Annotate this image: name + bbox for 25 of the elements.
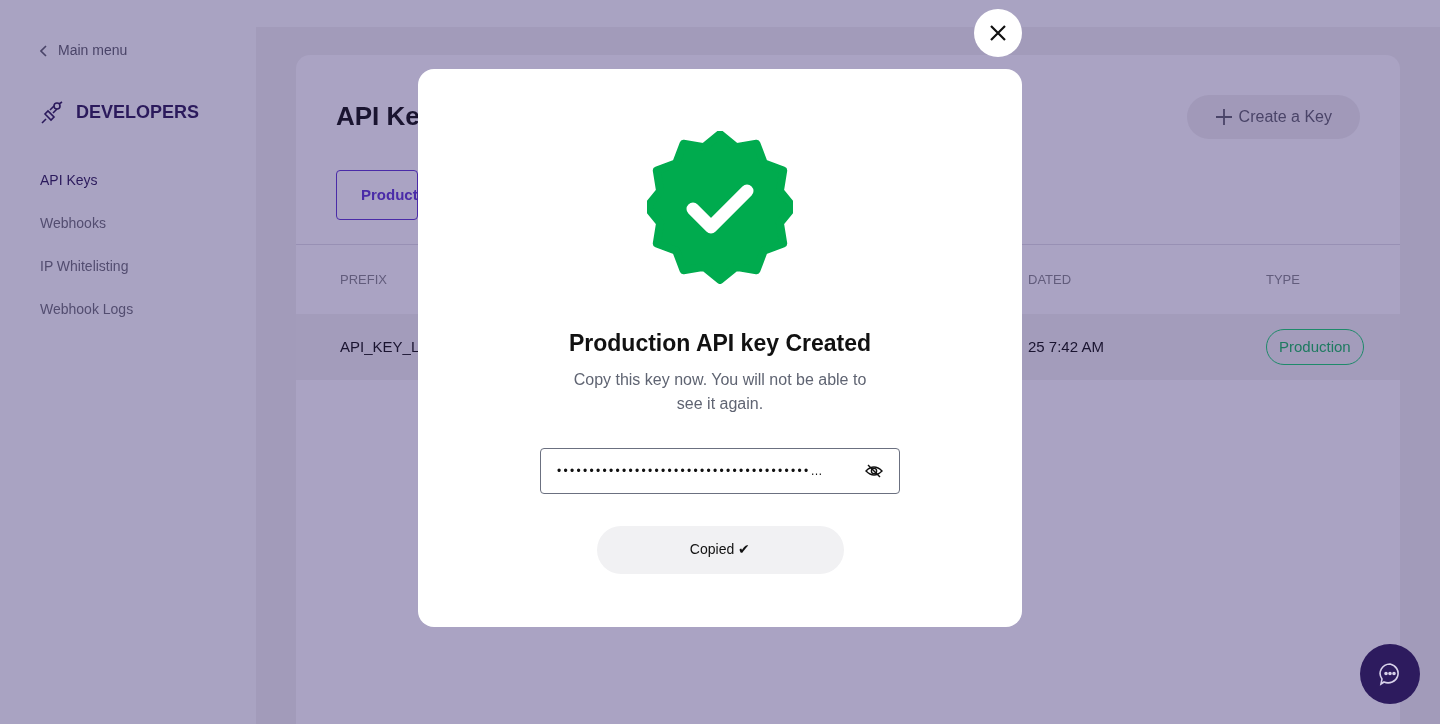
modal-title: Production API key Created [568,330,872,358]
section-title: DEVELOPERS [76,101,200,124]
column-header: DATED [1028,270,1072,289]
plug-icon [40,100,64,125]
table-cell-text: API_KEY_L [340,336,420,357]
plus-icon [1214,108,1233,126]
column-header: TYPE [1266,270,1300,289]
eye-slash-icon[interactable] [865,462,883,479]
table-cell-text: 25 7:42 AM [1028,336,1104,357]
back-link[interactable]: Main menu [40,40,256,61]
sidebar-item[interactable]: IP Whitelisting [40,256,256,277]
column-header: PREFIX [340,270,387,289]
sidebar-item[interactable]: Webhook Logs [40,299,256,320]
close-button[interactable] [974,9,1022,57]
create-key-button[interactable]: Create a Key [1186,95,1360,139]
sidebar-item[interactable]: API Keys [40,170,256,191]
close-icon [990,25,1006,41]
sidebar-item[interactable]: Webhooks [40,213,256,234]
back-chevron-icon [40,44,48,57]
copy-button[interactable]: Copied ✔ [596,525,844,574]
page-title: API Ke [336,101,420,133]
verified-badge-icon [647,131,793,284]
chat-icon [1378,662,1402,686]
modal-message: Copy this key now. You will not be able to see it again. [572,369,868,414]
api-key-field[interactable]: •••••••••••••••••••••••••••••••••••••••… [540,447,900,494]
